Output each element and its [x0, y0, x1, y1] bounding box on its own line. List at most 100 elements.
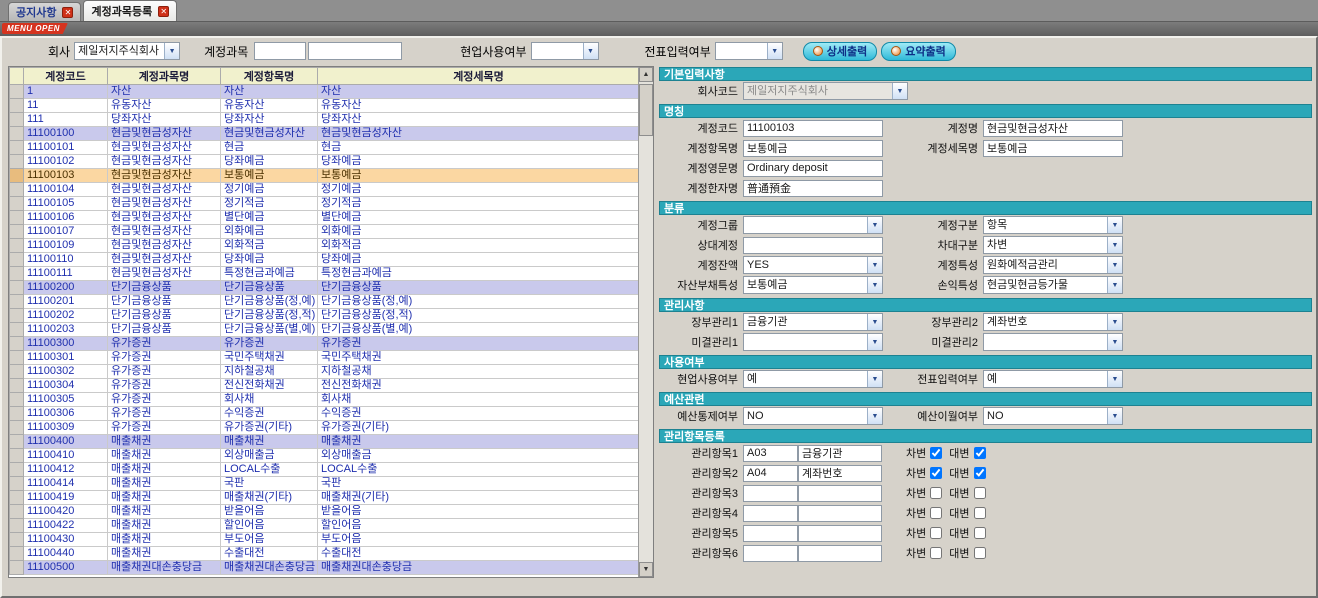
row-selector[interactable] — [10, 225, 24, 239]
table-row[interactable]: 11100110현금및현금성자산당좌예금당좌예금 — [10, 253, 640, 267]
table-row[interactable]: 11100302유가증권지하철공채지하철공채 — [10, 365, 640, 379]
counter-account-input[interactable] — [743, 237, 883, 254]
account-detail-cell[interactable]: 별단예금 — [318, 211, 640, 225]
mgmt-item-code-input[interactable] — [743, 445, 798, 462]
mgmt-item-name-input[interactable] — [798, 485, 882, 502]
account-code-cell[interactable]: 11100414 — [24, 477, 108, 491]
account-item-cell[interactable]: 당좌자산 — [221, 113, 318, 127]
account-name-cell[interactable]: 단기금융상품 — [108, 295, 221, 309]
detail-print-button[interactable]: 상세출력 — [803, 42, 877, 61]
account-detail-cell[interactable]: 현금및현금성자산 — [318, 127, 640, 141]
account-name-filter-input[interactable] — [308, 42, 402, 60]
account-code-cell[interactable]: 11100202 — [24, 309, 108, 323]
account-english-input[interactable] — [743, 160, 883, 177]
account-name-cell[interactable]: 유가증권 — [108, 393, 221, 407]
account-code-cell[interactable]: 11100101 — [24, 141, 108, 155]
scroll-down-icon[interactable]: ▼ — [639, 562, 653, 577]
field-use-filter-select[interactable]: ▼ — [531, 42, 599, 60]
account-code-cell[interactable]: 11100105 — [24, 197, 108, 211]
account-trait-select[interactable]: 원화예적금관리 ▼ — [983, 256, 1123, 274]
account-detail-cell[interactable]: 자산 — [318, 85, 640, 99]
row-selector[interactable] — [10, 547, 24, 561]
credit-checkbox[interactable] — [974, 527, 986, 539]
slip-input-filter-select[interactable]: ▼ — [715, 42, 783, 60]
account-division-select[interactable]: 항목 ▼ — [983, 216, 1123, 234]
scroll-up-icon[interactable]: ▲ — [639, 67, 653, 82]
profit-loss-trait-select[interactable]: 현금및현금등가물 ▼ — [983, 276, 1123, 294]
account-item-cell[interactable]: 유가증권 — [221, 337, 318, 351]
pending1-select[interactable]: ▼ — [743, 333, 883, 351]
account-item-cell[interactable]: 받을어음 — [221, 505, 318, 519]
account-code-input[interactable] — [743, 120, 883, 137]
account-name-cell[interactable]: 유동자산 — [108, 99, 221, 113]
account-item-cell[interactable]: 수출대전 — [221, 547, 318, 561]
table-row[interactable]: 11100422매출채권할인어음할인어음 — [10, 519, 640, 533]
table-row[interactable]: 11100300유가증권유가증권유가증권 — [10, 337, 640, 351]
account-item-cell[interactable]: 부도어음 — [221, 533, 318, 547]
account-detail-cell[interactable]: 단기금융상품(별,예) — [318, 323, 640, 337]
account-detail-cell[interactable]: 지하철공채 — [318, 365, 640, 379]
account-item-cell[interactable]: 할인어음 — [221, 519, 318, 533]
account-code-cell[interactable]: 11100201 — [24, 295, 108, 309]
account-name-cell[interactable]: 현금및현금성자산 — [108, 155, 221, 169]
company-code-select[interactable]: 제일저지주식회사 ▼ — [743, 82, 908, 100]
account-name-cell[interactable]: 당좌자산 — [108, 113, 221, 127]
row-selector[interactable] — [10, 85, 24, 99]
table-row[interactable]: 11100440매출채권수출대전수출대전 — [10, 547, 640, 561]
table-row[interactable]: 11100309유가증권유가증권(기타)유가증권(기타) — [10, 421, 640, 435]
account-detail-cell[interactable]: 수출대전 — [318, 547, 640, 561]
account-detail-cell[interactable]: 유가증권 — [318, 337, 640, 351]
table-row[interactable]: 11100109현금및현금성자산외화적금외화적금 — [10, 239, 640, 253]
row-selector[interactable] — [10, 449, 24, 463]
budget-control-select[interactable]: NO ▼ — [743, 407, 883, 425]
account-item-cell[interactable]: 회사채 — [221, 393, 318, 407]
row-selector[interactable] — [10, 323, 24, 337]
account-code-cell[interactable]: 11100106 — [24, 211, 108, 225]
account-item-cell[interactable]: 보통예금 — [221, 169, 318, 183]
account-code-cell[interactable]: 11100305 — [24, 393, 108, 407]
account-item-cell[interactable]: 외상매출금 — [221, 449, 318, 463]
account-detail-cell[interactable]: 수익증권 — [318, 407, 640, 421]
close-icon[interactable]: ✕ — [62, 7, 73, 18]
account-item-cell[interactable]: 현금및현금성자산 — [221, 127, 318, 141]
row-selector[interactable] — [10, 561, 24, 575]
account-item-cell[interactable]: 전신전화채권 — [221, 379, 318, 393]
row-selector[interactable] — [10, 337, 24, 351]
account-code-cell[interactable]: 11100500 — [24, 561, 108, 575]
account-name-cell[interactable]: 매출채권 — [108, 463, 221, 477]
table-row[interactable]: 1자산자산자산 — [10, 85, 640, 99]
table-row[interactable]: 11100106현금및현금성자산별단예금별단예금 — [10, 211, 640, 225]
account-item-cell[interactable]: 유가증권(기타) — [221, 421, 318, 435]
account-name-input[interactable] — [983, 120, 1123, 137]
account-code-cell[interactable]: 11100304 — [24, 379, 108, 393]
row-selector[interactable] — [10, 435, 24, 449]
row-selector[interactable] — [10, 533, 24, 547]
account-code-cell[interactable]: 11100110 — [24, 253, 108, 267]
account-code-cell[interactable]: 11100412 — [24, 463, 108, 477]
account-code-filter-input[interactable] — [254, 42, 306, 60]
account-code-cell[interactable]: 111 — [24, 113, 108, 127]
pending2-select[interactable]: ▼ — [983, 333, 1123, 351]
account-name-cell[interactable]: 매출채권 — [108, 491, 221, 505]
account-name-cell[interactable]: 현금및현금성자산 — [108, 169, 221, 183]
account-name-cell[interactable]: 현금및현금성자산 — [108, 253, 221, 267]
account-name-cell[interactable]: 매출채권 — [108, 533, 221, 547]
mgmt-item-code-input[interactable] — [743, 485, 798, 502]
account-item-cell[interactable]: 국민주택채권 — [221, 351, 318, 365]
table-row[interactable]: 11100203단기금융상품단기금융상품(별,예)단기금융상품(별,예) — [10, 323, 640, 337]
row-selector[interactable] — [10, 197, 24, 211]
table-row[interactable]: 11100400매출채권매출채권매출채권 — [10, 435, 640, 449]
account-name-cell[interactable]: 매출채권 — [108, 519, 221, 533]
account-detail-cell[interactable]: 국민주택채권 — [318, 351, 640, 365]
row-selector[interactable] — [10, 519, 24, 533]
account-detail-cell[interactable]: 외화예금 — [318, 225, 640, 239]
close-icon[interactable]: ✕ — [158, 6, 169, 17]
account-item-cell[interactable]: 당좌예금 — [221, 253, 318, 267]
row-selector[interactable] — [10, 99, 24, 113]
row-selector[interactable] — [10, 393, 24, 407]
account-group-select[interactable]: ▼ — [743, 216, 883, 234]
account-detail-cell[interactable]: 국판 — [318, 477, 640, 491]
account-name-cell[interactable]: 자산 — [108, 85, 221, 99]
account-name-cell[interactable]: 매출채권 — [108, 435, 221, 449]
account-detail-cell[interactable]: 당좌자산 — [318, 113, 640, 127]
